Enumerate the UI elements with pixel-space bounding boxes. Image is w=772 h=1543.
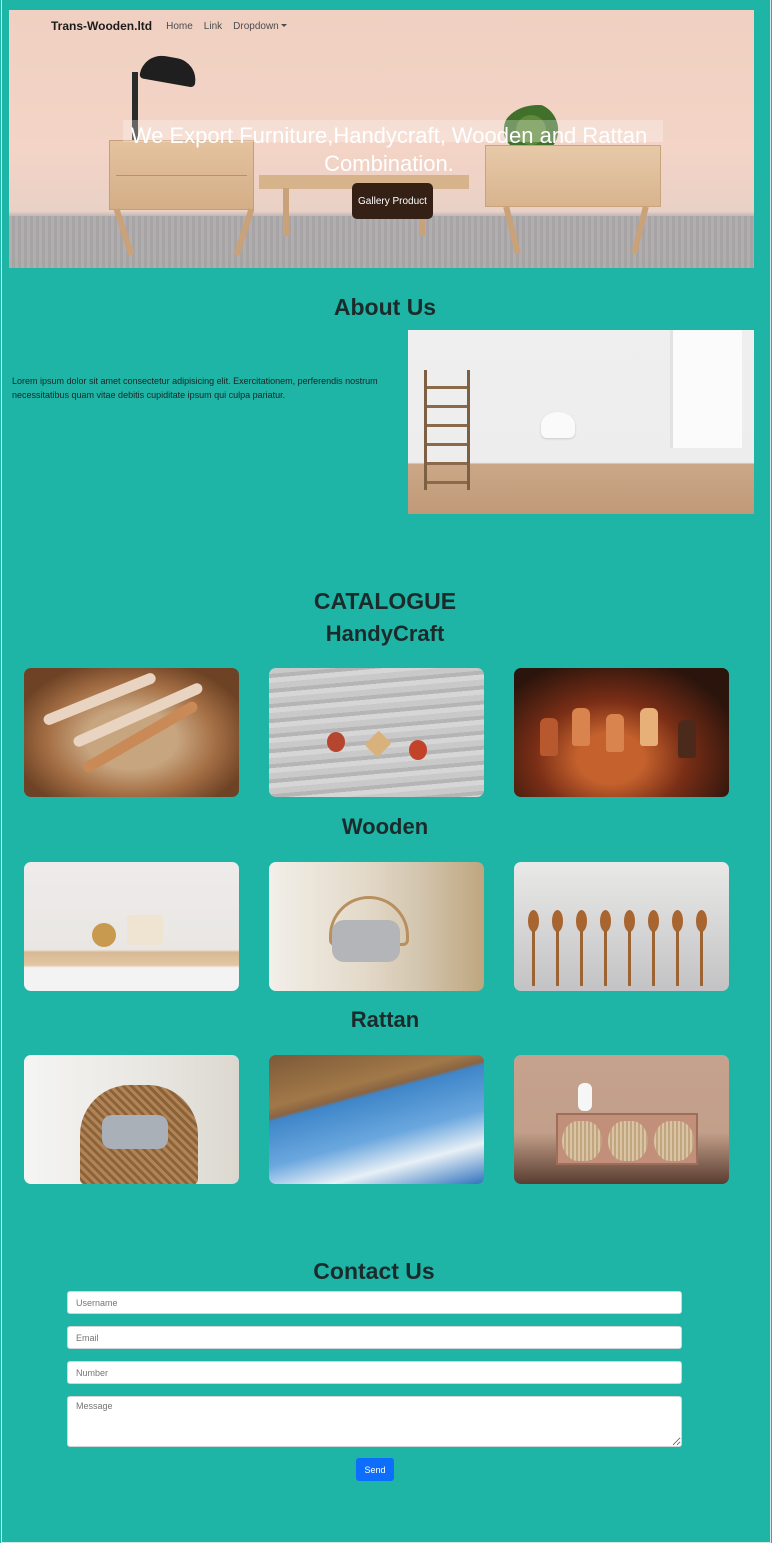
- lamp-shade: [139, 52, 199, 88]
- nav-home[interactable]: Home: [166, 21, 193, 32]
- wooden-image-spoons[interactable]: [514, 862, 729, 991]
- about-image: [408, 330, 754, 514]
- nav-link[interactable]: Link: [204, 21, 222, 32]
- email-input[interactable]: [67, 1326, 682, 1349]
- brand-logo[interactable]: Trans-Wooden.ltd: [51, 19, 152, 33]
- send-button[interactable]: Send: [356, 1458, 394, 1481]
- nav-dropdown[interactable]: Dropdown: [233, 21, 287, 32]
- nav-dropdown-label: Dropdown: [233, 20, 279, 32]
- handycraft-image-spoons[interactable]: [24, 668, 239, 797]
- window: [670, 330, 742, 448]
- handycraft-image-ornaments[interactable]: [269, 668, 484, 797]
- rattan-image-cabinet[interactable]: [514, 1055, 729, 1184]
- hero-banner: Trans-Wooden.ltd Home Link Dropdown We E…: [9, 10, 754, 268]
- rattan-image-chair[interactable]: [24, 1055, 239, 1184]
- username-input[interactable]: [67, 1291, 682, 1314]
- handycraft-image-masks[interactable]: [514, 668, 729, 797]
- hero-title: We Export Furniture,Handycraft, Wooden a…: [130, 123, 648, 176]
- section-title-rattan: Rattan: [350, 1007, 420, 1032]
- about-heading: About Us: [333, 294, 437, 320]
- number-input[interactable]: [67, 1361, 682, 1384]
- contact-heading: Contact Us: [313, 1258, 435, 1284]
- wooden-image-table[interactable]: [24, 862, 239, 991]
- catalogue-heading: CATALOGUE: [313, 588, 457, 614]
- message-textarea[interactable]: [67, 1396, 682, 1447]
- caret-down-icon: [280, 24, 287, 28]
- ladder: [424, 370, 470, 490]
- table-leg: [283, 188, 289, 236]
- gallery-product-button[interactable]: Gallery Product: [352, 183, 433, 219]
- rattan-image-roof[interactable]: [269, 1055, 484, 1184]
- section-title-handycraft: HandyCraft: [325, 621, 445, 646]
- chair: [541, 412, 575, 438]
- navbar: Trans-Wooden.ltd Home Link Dropdown: [9, 10, 754, 42]
- section-title-wooden: Wooden: [341, 814, 429, 839]
- wooden-image-chair[interactable]: [269, 862, 484, 991]
- about-text: Lorem ipsum dolor sit amet consectetur a…: [12, 376, 378, 400]
